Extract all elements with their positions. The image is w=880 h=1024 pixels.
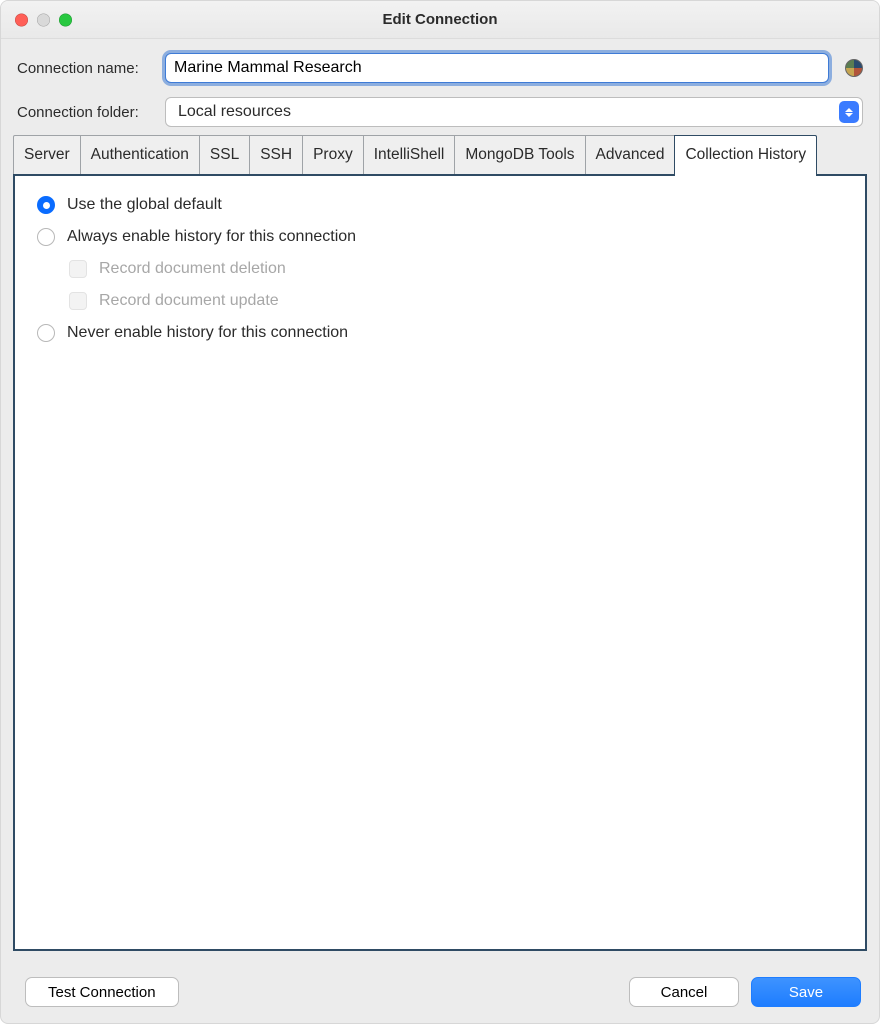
check-record-deletion-label: Record document deletion: [99, 260, 286, 278]
check-record-update: [69, 292, 87, 310]
header-form: Connection name: Connection folder: Loca…: [1, 39, 879, 135]
radio-use-global-default-label: Use the global default: [67, 196, 222, 214]
dialog-button-bar: Test Connection Cancel Save: [1, 963, 879, 1023]
tab-proxy[interactable]: Proxy: [302, 135, 364, 174]
edit-connection-window: Edit Connection Connection name: Connect…: [0, 0, 880, 1024]
tab-authentication[interactable]: Authentication: [80, 135, 200, 174]
connection-name-input[interactable]: [165, 53, 829, 83]
color-picker-icon[interactable]: [845, 59, 863, 77]
collection-history-pane: Use the global default Always enable his…: [13, 174, 867, 951]
titlebar: Edit Connection: [1, 1, 879, 39]
radio-always-enable-label: Always enable history for this connectio…: [67, 228, 356, 246]
close-icon[interactable]: [15, 13, 28, 26]
tab-mongodb-tools[interactable]: MongoDB Tools: [454, 135, 585, 174]
cancel-button[interactable]: Cancel: [629, 977, 739, 1007]
zoom-icon[interactable]: [59, 13, 72, 26]
connection-name-label: Connection name:: [17, 60, 155, 77]
tab-ssh[interactable]: SSH: [249, 135, 303, 174]
window-controls: [15, 13, 72, 26]
connection-folder-value: Local resources: [178, 103, 291, 121]
test-connection-button[interactable]: Test Connection: [25, 977, 179, 1007]
save-button[interactable]: Save: [751, 977, 861, 1007]
check-record-deletion: [69, 260, 87, 278]
tab-collection-history[interactable]: Collection History: [674, 135, 817, 176]
tab-bar: Server Authentication SSL SSH Proxy Inte…: [13, 135, 867, 174]
tab-advanced[interactable]: Advanced: [585, 135, 676, 174]
radio-use-global-default[interactable]: [37, 196, 55, 214]
tab-server[interactable]: Server: [13, 135, 81, 174]
check-record-update-label: Record document update: [99, 292, 279, 310]
connection-folder-label: Connection folder:: [17, 104, 155, 121]
dropdown-caret-icon: [839, 101, 859, 123]
content: Server Authentication SSL SSH Proxy Inte…: [1, 135, 879, 963]
minimize-icon: [37, 13, 50, 26]
tab-ssl[interactable]: SSL: [199, 135, 250, 174]
connection-folder-select[interactable]: Local resources: [165, 97, 863, 127]
radio-always-enable[interactable]: [37, 228, 55, 246]
tab-intellishell[interactable]: IntelliShell: [363, 135, 456, 174]
radio-never-enable-label: Never enable history for this connection: [67, 324, 348, 342]
window-title: Edit Connection: [383, 11, 498, 28]
radio-never-enable[interactable]: [37, 324, 55, 342]
